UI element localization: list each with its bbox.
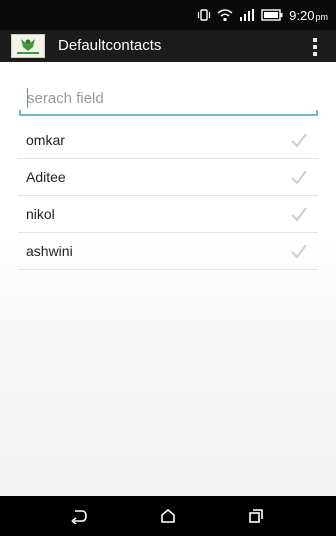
contact-name: nikol bbox=[26, 206, 55, 222]
status-time: 9:20pm bbox=[289, 7, 328, 23]
navigation-bar bbox=[0, 496, 336, 536]
contact-name: Aditee bbox=[26, 169, 66, 185]
contact-row[interactable]: ashwini bbox=[18, 233, 318, 270]
text-cursor bbox=[27, 88, 28, 108]
contact-name: ashwini bbox=[26, 243, 73, 259]
app-logo-icon bbox=[11, 34, 45, 58]
content-area: omkar Aditee nikol ashwini bbox=[0, 62, 336, 496]
checkmark-icon[interactable] bbox=[290, 168, 308, 186]
contact-list: omkar Aditee nikol ashwini bbox=[18, 122, 318, 270]
status-bar: 9:20pm bbox=[0, 0, 336, 30]
checkmark-icon[interactable] bbox=[290, 205, 308, 223]
recent-apps-icon[interactable] bbox=[243, 504, 269, 528]
search-field-container bbox=[19, 80, 318, 116]
overflow-menu-icon[interactable] bbox=[312, 38, 318, 56]
search-input[interactable] bbox=[27, 86, 307, 110]
vibrate-icon bbox=[197, 8, 211, 22]
home-icon[interactable] bbox=[155, 504, 181, 528]
contact-name: omkar bbox=[26, 132, 65, 148]
contact-row[interactable]: omkar bbox=[18, 122, 318, 159]
back-icon[interactable] bbox=[66, 504, 92, 528]
checkmark-icon[interactable] bbox=[290, 131, 308, 149]
contact-row[interactable]: Aditee bbox=[18, 159, 318, 196]
signal-icon bbox=[239, 8, 255, 22]
app-title: Defaultcontacts bbox=[58, 37, 162, 54]
wifi-icon bbox=[217, 8, 233, 22]
status-icons: 9:20pm bbox=[197, 6, 328, 24]
battery-icon bbox=[261, 9, 283, 21]
contact-row[interactable]: nikol bbox=[18, 196, 318, 233]
action-bar: Defaultcontacts bbox=[0, 30, 336, 62]
checkmark-icon[interactable] bbox=[290, 242, 308, 260]
